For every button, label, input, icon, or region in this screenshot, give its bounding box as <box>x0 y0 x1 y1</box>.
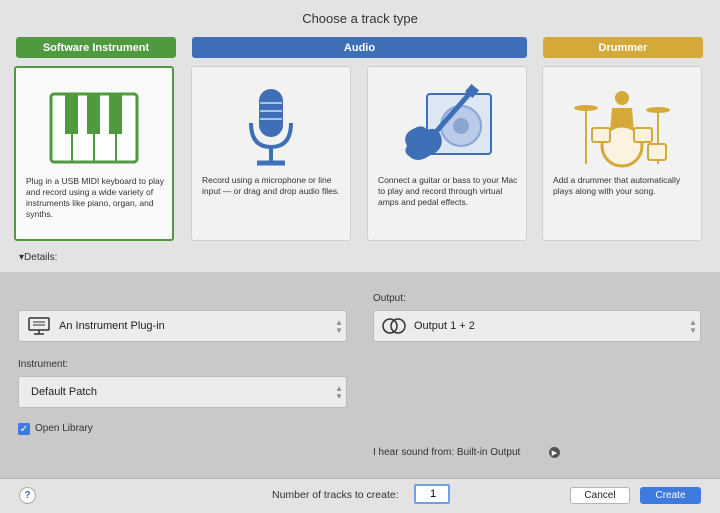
card-description: Connect a guitar or bass to your Mac to … <box>378 175 518 207</box>
details-label: Details: <box>24 252 58 263</box>
audio-header: Audio <box>192 37 527 58</box>
guitar-icon <box>368 77 526 177</box>
instrument-label: Instrument: <box>18 359 69 370</box>
instrument-value: Default Patch <box>31 386 98 398</box>
piano-keyboard-icon <box>16 78 172 178</box>
drum-kit-icon <box>543 77 701 177</box>
cancel-button[interactable]: Cancel <box>570 487 630 504</box>
card-description: Add a drummer that automatically plays a… <box>553 175 681 196</box>
card-description: Plug in a USB MIDI keyboard to play and … <box>26 176 164 219</box>
audio-microphone-card[interactable]: Record using a microphone or line input … <box>191 66 351 241</box>
hear-sound-text: I hear sound from: Built-in Output <box>373 447 521 458</box>
input-value: An Instrument Plug-in <box>59 320 165 332</box>
stepper-arrows-icon: ▴ ▾ <box>690 317 696 335</box>
drummer-header: Drummer <box>543 37 703 58</box>
open-library-checkbox[interactable]: ✓ <box>18 423 30 435</box>
tracks-count-input[interactable] <box>414 484 450 504</box>
drummer-card[interactable]: Add a drummer that automatically plays a… <box>542 66 702 241</box>
help-button[interactable]: ? <box>19 487 36 504</box>
audio-interface-icon <box>19 317 59 335</box>
tracks-count-label: Number of tracks to create: <box>272 489 399 501</box>
output-rings-icon <box>374 317 414 335</box>
dialog-title: Choose a track type <box>302 11 418 26</box>
arrow-right-circle-icon[interactable]: ▶ <box>549 447 560 458</box>
card-description: Record using a microphone or line input … <box>202 175 340 196</box>
details-disclosure[interactable]: ▾Details: <box>19 252 57 263</box>
output-label: Output: <box>373 293 406 304</box>
instrument-popup[interactable]: Default Patch ▴ ▾ <box>18 376 347 408</box>
software-instrument-card[interactable]: Plug in a USB MIDI keyboard to play and … <box>14 66 174 241</box>
create-button[interactable]: Create <box>640 487 701 504</box>
software-instrument-header: Software Instrument <box>16 37 176 58</box>
stepper-arrows-icon: ▴ ▾ <box>336 317 342 335</box>
output-popup[interactable]: Output 1 + 2 ▴ ▾ <box>373 310 701 342</box>
microphone-icon <box>192 77 350 177</box>
help-icon: ? <box>24 490 31 501</box>
open-library-label: Open Library <box>35 423 93 434</box>
audio-guitar-card[interactable]: Connect a guitar or bass to your Mac to … <box>367 66 527 241</box>
output-value: Output 1 + 2 <box>414 320 475 332</box>
input-popup[interactable]: An Instrument Plug-in ▴ ▾ <box>18 310 347 342</box>
stepper-arrows-icon: ▴ ▾ <box>336 383 342 401</box>
